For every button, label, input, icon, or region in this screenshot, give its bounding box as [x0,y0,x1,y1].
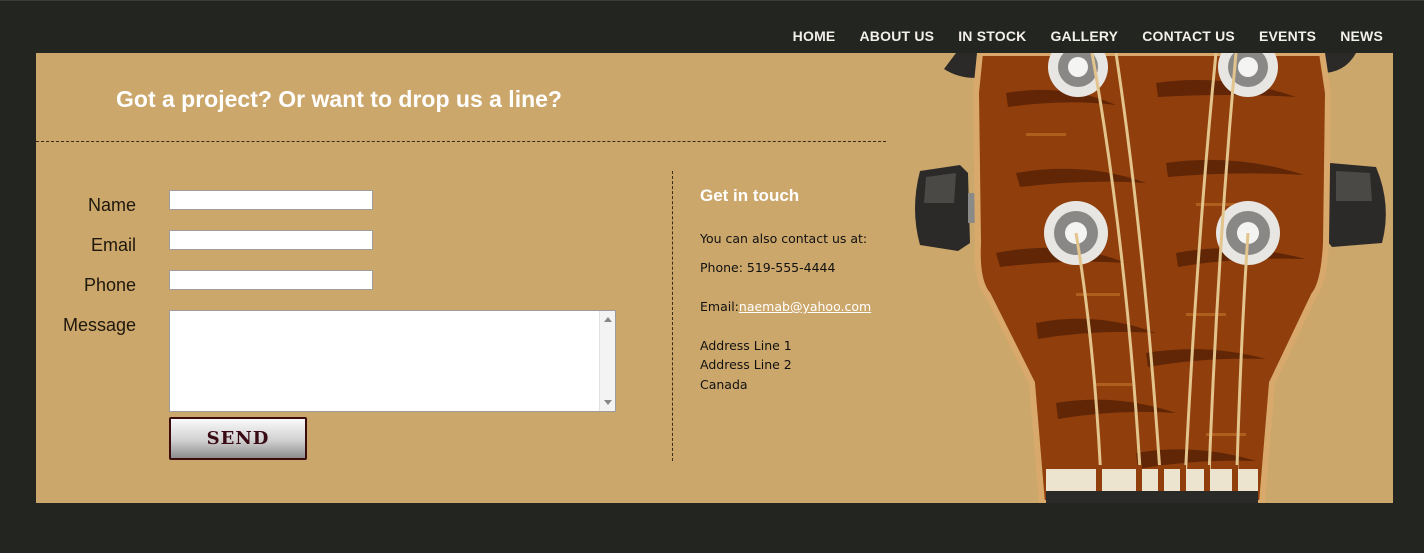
horizontal-divider [36,141,886,142]
top-bar: HOME ABOUT US IN STOCK GALLERY CONTACT U… [0,0,1424,53]
scroll-down-icon[interactable] [604,400,612,405]
send-button[interactable]: SEND [169,417,307,460]
main-nav: HOME ABOUT US IN STOCK GALLERY CONTACT U… [793,28,1383,44]
message-textarea[interactable] [170,311,600,411]
name-input[interactable] [169,190,373,210]
guitar-headstock-image [915,53,1386,503]
email-label: Email [90,235,136,255]
contact-panel: Got a project? Or want to drop us a line… [36,53,1393,503]
nav-home[interactable]: HOME [793,28,836,44]
nav-contact-us[interactable]: CONTACT US [1142,28,1235,44]
contact-intro: You can also contact us at: [700,231,868,246]
scroll-up-icon[interactable] [604,317,612,322]
page-heading: Got a project? Or want to drop us a line… [116,86,562,112]
message-scrollbar[interactable] [599,311,615,411]
message-label: Message [62,315,136,335]
nav-gallery[interactable]: GALLERY [1050,28,1118,44]
nav-in-stock[interactable]: IN STOCK [958,28,1026,44]
address-line-2: Address Line 2 [700,357,792,372]
contact-email-link[interactable]: naemab@yahoo.com [739,299,871,314]
message-box [169,310,616,412]
phone-label: Phone [83,275,136,295]
nav-news[interactable]: NEWS [1340,28,1383,44]
email-input[interactable] [169,230,373,250]
address-country: Canada [700,377,748,392]
nav-events[interactable]: EVENTS [1259,28,1316,44]
contact-phone: Phone: 519-555-4444 [700,260,836,275]
address-line-1: Address Line 1 [700,338,792,353]
vertical-divider [672,171,673,461]
get-in-touch-title: Get in touch [700,186,800,205]
contact-email-label: Email: [700,299,739,314]
name-label: Name [87,195,136,215]
nav-about-us[interactable]: ABOUT US [859,28,934,44]
contact-email-line: Email:naemab@yahoo.com [700,299,871,314]
phone-input[interactable] [169,270,373,290]
